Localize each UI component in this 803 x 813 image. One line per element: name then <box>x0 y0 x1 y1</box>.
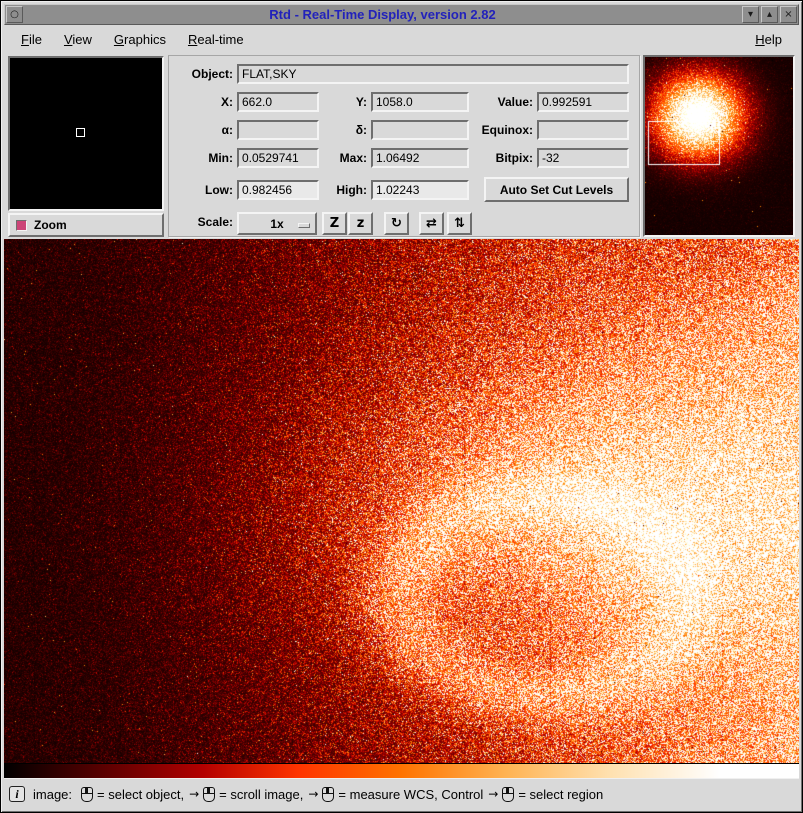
high-label: High: <box>321 180 367 200</box>
titlebar[interactable]: ○ Rtd - Real-Time Display, version 2.82 … <box>4 4 799 25</box>
object-field[interactable] <box>237 64 629 84</box>
info-icon[interactable]: i <box>9 786 25 802</box>
zoom-out-button[interactable]: z <box>348 212 373 235</box>
window-title: Rtd - Real-Time Display, version 2.82 <box>25 7 740 22</box>
min-label: Min: <box>171 148 233 168</box>
menu-graphics[interactable]: Graphics <box>103 28 177 51</box>
dec-field[interactable] <box>371 120 469 140</box>
object-label: Object: <box>171 64 233 84</box>
value-field[interactable] <box>537 92 629 112</box>
auto-set-cut-levels-button[interactable]: Auto Set Cut Levels <box>484 177 629 202</box>
rtd-window: ○ Rtd - Real-Time Display, version 2.82 … <box>0 0 803 813</box>
shade-icon: ▾ <box>748 9 753 20</box>
pan-image-canvas[interactable] <box>645 57 793 235</box>
main-image-canvas[interactable] <box>4 239 799 763</box>
low-field[interactable] <box>237 180 319 200</box>
xyvalue-row: X: Y: Value: <box>169 92 639 112</box>
statusbar-hint: → = select region <box>488 787 603 802</box>
low-label: Low: <box>171 180 233 200</box>
mouse-icon <box>203 787 215 802</box>
statusbar-hint: = select object, <box>77 787 184 802</box>
max-label: Max: <box>321 148 367 168</box>
min-field[interactable] <box>237 148 319 168</box>
window-menu-icon: ○ <box>10 9 19 20</box>
wcs-row: α: δ: Equinox: <box>169 120 639 140</box>
image-viewport[interactable] <box>4 239 799 763</box>
scale-value: 1x <box>270 217 283 231</box>
pan-window[interactable] <box>643 55 795 237</box>
max-field[interactable] <box>371 148 469 168</box>
zoom-in-button[interactable]: Z <box>322 212 347 235</box>
y-field[interactable] <box>371 92 469 112</box>
ra-label: α: <box>171 120 233 140</box>
statusbar-prefix: image: <box>33 787 72 802</box>
scale-row: Scale: 1x Z z ↻ ⇄ ⇅ <box>169 212 639 235</box>
window-menu-button[interactable]: ○ <box>6 6 23 23</box>
control-panel: Zoom Object: X: Y: Value: α: δ: Equinox: <box>4 53 799 239</box>
close-icon: × <box>784 9 792 20</box>
window-close-button[interactable]: × <box>780 6 797 23</box>
hint-label: = measure WCS, Control <box>338 787 483 802</box>
bitpix-field[interactable] <box>537 148 629 168</box>
zoom-cursor-marker <box>76 128 85 137</box>
mouse-icon <box>502 787 514 802</box>
zoom-checkbox-indicator[interactable] <box>16 220 27 231</box>
bitpix-label: Bitpix: <box>471 148 533 168</box>
statusbar: i image: = select object, → = scroll ima… <box>4 778 799 809</box>
option-menu-indicator-icon <box>298 223 310 228</box>
ra-field[interactable] <box>237 120 319 140</box>
statusbar-hint: → = measure WCS, Control <box>308 787 483 802</box>
hint-label: = select object, <box>97 787 184 802</box>
menu-help[interactable]: Help <box>744 28 793 51</box>
info-icon-glyph: i <box>15 787 18 802</box>
arrow-icon: → <box>488 787 498 801</box>
arrow-icon: → <box>189 787 199 801</box>
window-shade-button[interactable]: ▾ <box>742 6 759 23</box>
menu-file[interactable]: File <box>10 28 53 51</box>
image-info-form: Object: X: Y: Value: α: δ: Equinox: Min <box>168 55 640 237</box>
dec-label: δ: <box>321 120 367 140</box>
menu-view[interactable]: View <box>53 28 103 51</box>
flip-x-icon[interactable]: ⇄ <box>419 212 444 235</box>
iconify-icon: ▴ <box>767 9 772 20</box>
equinox-field[interactable] <box>537 120 629 140</box>
menu-real-time[interactable]: Real-time <box>177 28 255 51</box>
zoom-label: Zoom <box>34 218 67 232</box>
x-label: X: <box>171 92 233 112</box>
window-iconify-button[interactable]: ▴ <box>761 6 778 23</box>
hint-label: = scroll image, <box>219 787 303 802</box>
statusbar-hint: → = scroll image, <box>189 787 303 802</box>
zoom-reset-icon[interactable]: ↻ <box>384 212 409 235</box>
equinox-label: Equinox: <box>471 120 533 140</box>
x-field[interactable] <box>237 92 319 112</box>
hint-label: = select region <box>518 787 603 802</box>
zoom-toggle[interactable]: Zoom <box>8 213 164 237</box>
menubar: File View Graphics Real-time Help <box>4 25 799 53</box>
colorbar[interactable] <box>4 763 799 778</box>
arrow-icon: → <box>308 787 318 801</box>
mouse-icon <box>322 787 334 802</box>
mouse-icon <box>81 787 93 802</box>
scale-select[interactable]: 1x <box>237 212 317 235</box>
value-label: Value: <box>471 92 533 112</box>
zoom-display <box>8 56 164 211</box>
high-field[interactable] <box>371 180 469 200</box>
minmax-row: Min: Max: Bitpix: <box>169 148 639 168</box>
cutlevels-row: Low: High: Auto Set Cut Levels <box>169 180 639 200</box>
object-row: Object: <box>169 64 639 84</box>
scale-label: Scale: <box>171 212 233 232</box>
y-label: Y: <box>321 92 367 112</box>
flip-y-icon[interactable]: ⇅ <box>447 212 472 235</box>
